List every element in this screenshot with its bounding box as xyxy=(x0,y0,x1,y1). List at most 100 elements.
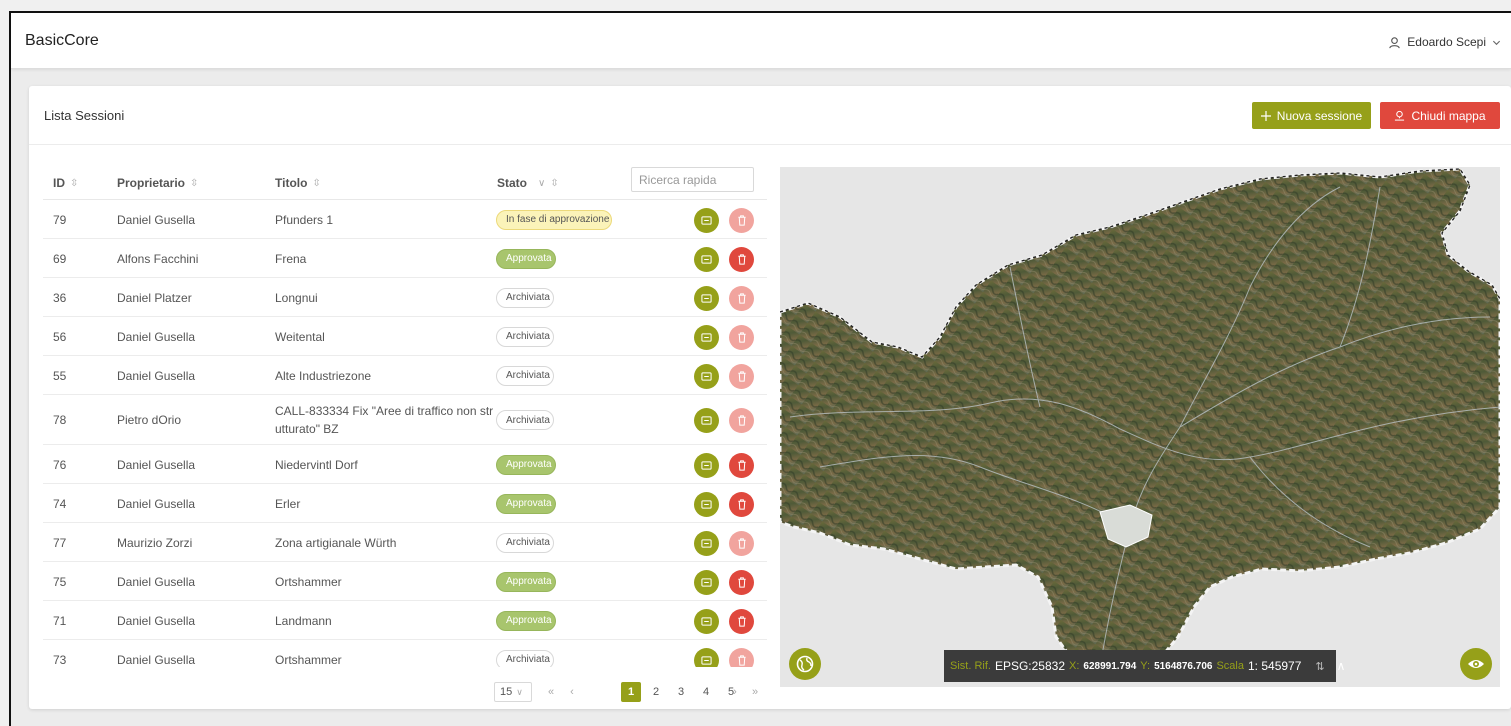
delete-session-button[interactable] xyxy=(729,608,754,634)
cell-id: 78 xyxy=(53,413,67,427)
first-page-button[interactable]: « xyxy=(541,682,561,702)
page-button[interactable]: 3 xyxy=(671,682,691,702)
cell-id: 73 xyxy=(53,652,67,667)
cell-title: Niedervintl Dorf xyxy=(275,457,358,472)
cell-id: 79 xyxy=(53,212,67,227)
table-row[interactable]: 56 Daniel Gusella Weitental Archiviata xyxy=(43,317,767,356)
column-header-id[interactable]: ID ⇳ xyxy=(53,176,78,190)
column-header-title[interactable]: Titolo ⇳ xyxy=(275,176,321,190)
close-map-button[interactable]: Chiudi mappa xyxy=(1380,102,1500,129)
edit-icon xyxy=(701,215,712,225)
trash-icon xyxy=(737,459,746,471)
table-row[interactable]: 73 Daniel Gusella Ortshammer Archiviata xyxy=(43,640,767,667)
column-label: Proprietario xyxy=(117,176,186,190)
edit-session-button[interactable] xyxy=(694,363,719,389)
new-session-button[interactable]: Nuova sessione xyxy=(1252,102,1371,129)
prev-page-button[interactable]: ‹ xyxy=(562,682,582,702)
edit-icon xyxy=(701,371,712,381)
status-badge: Approvata xyxy=(496,571,556,592)
edit-session-button[interactable] xyxy=(694,207,719,233)
table-row[interactable]: 74 Daniel Gusella Erler Approvata xyxy=(43,484,767,523)
table-row[interactable]: 71 Daniel Gusella Landmann Approvata xyxy=(43,601,767,640)
column-header-state[interactable]: Stato ∨ ⇳ xyxy=(497,176,559,190)
delete-session-button[interactable] xyxy=(729,491,754,517)
table-row[interactable]: 55 Daniel Gusella Alte Industriezone Archiv… xyxy=(43,356,767,395)
edit-session-button[interactable] xyxy=(694,647,719,667)
delete-session-button[interactable] xyxy=(729,324,754,350)
edit-session-button[interactable] xyxy=(694,530,719,556)
column-label: Titolo xyxy=(275,176,308,190)
cell-owner: Pietro dOrio xyxy=(117,413,182,427)
cell-id: 77 xyxy=(53,535,67,550)
edit-icon xyxy=(701,254,712,264)
delete-session-button[interactable] xyxy=(729,246,754,272)
cell-title: Ortshammer xyxy=(275,574,342,589)
edit-icon xyxy=(701,332,712,342)
cell-id: 69 xyxy=(53,251,67,266)
edit-session-button[interactable] xyxy=(694,608,719,634)
filter-chevron-icon[interactable]: ∨ xyxy=(538,178,545,189)
sort-icon: ⇳ xyxy=(190,177,199,189)
table-row[interactable]: 76 Daniel Gusella Niedervintl Dorf Approvat… xyxy=(43,445,767,484)
status-badge: Archiviata xyxy=(496,326,554,347)
new-session-label: Nuova sessione xyxy=(1276,108,1363,123)
status-badge: In fase di approvazione xyxy=(496,209,612,230)
panel-header: Lista Sessioni Nuova sessione Chiudi map… xyxy=(29,86,1511,145)
delete-session-button[interactable] xyxy=(729,285,754,311)
trash-icon xyxy=(737,537,746,549)
cell-title: Longnui xyxy=(275,290,318,305)
x-label: X: xyxy=(1069,660,1080,672)
cell-owner: Maurizio Zorzi xyxy=(117,535,193,550)
edit-session-button[interactable] xyxy=(694,408,719,433)
user-menu[interactable]: Edoardo Scepi xyxy=(1388,35,1501,49)
status-badge: Archiviata xyxy=(496,410,554,430)
table-row[interactable]: 79 Daniel Gusella Pfunders 1 In fase di app… xyxy=(43,200,767,239)
edit-session-button[interactable] xyxy=(694,285,719,311)
page-button[interactable]: 2 xyxy=(646,682,666,702)
edit-session-button[interactable] xyxy=(694,452,719,478)
table-row[interactable]: 69 Alfons Facchini Frena Approvata xyxy=(43,239,767,278)
delete-session-button[interactable] xyxy=(729,530,754,556)
edit-session-button[interactable] xyxy=(694,569,719,595)
status-badge: Archiviata xyxy=(496,532,554,553)
cell-id: 76 xyxy=(53,457,67,472)
table-row[interactable]: 77 Maurizio Zorzi Zona artigianale Würth Ar… xyxy=(43,523,767,562)
cell-id: 36 xyxy=(53,290,67,305)
column-header-owner[interactable]: Proprietario ⇳ xyxy=(117,176,198,190)
map-view[interactable]: Sist. Rif. EPSG:25832 X: 628991.794 Y: 5… xyxy=(780,167,1500,687)
sort-icon: ⇳ xyxy=(70,177,79,189)
page-size-select[interactable]: 15 ∨ xyxy=(494,682,532,702)
delete-session-button[interactable] xyxy=(729,408,754,433)
user-name: Edoardo Scepi xyxy=(1407,35,1486,49)
last-page-button[interactable]: » xyxy=(745,682,765,702)
globe-button[interactable] xyxy=(789,648,821,680)
cell-title: Frena xyxy=(275,251,307,266)
chevron-up-icon[interactable]: ∧ xyxy=(1337,659,1346,673)
edit-session-button[interactable] xyxy=(694,324,719,350)
scale-label: Scala xyxy=(1216,660,1244,672)
edit-session-button[interactable] xyxy=(694,491,719,517)
column-label: Stato xyxy=(497,176,527,190)
page-button[interactable]: 1 xyxy=(621,682,641,702)
page-button[interactable]: 4 xyxy=(696,682,716,702)
table-row[interactable]: 75 Daniel Gusella Ortshammer Approvata xyxy=(43,562,767,601)
table-row[interactable]: 36 Daniel Platzer Longnui Archiviata xyxy=(43,278,767,317)
delete-session-button[interactable] xyxy=(729,647,754,667)
cell-owner: Daniel Gusella xyxy=(117,574,196,589)
visibility-button[interactable] xyxy=(1460,648,1492,680)
trash-icon xyxy=(737,292,746,304)
table-header: ID ⇳ Proprietario ⇳ Titolo ⇳ Stato ∨ ⇳ xyxy=(43,164,767,200)
edit-session-button[interactable] xyxy=(694,246,719,272)
delete-session-button[interactable] xyxy=(729,569,754,595)
crs-value: EPSG:25832 xyxy=(994,659,1066,673)
delete-session-button[interactable] xyxy=(729,207,754,233)
delete-session-button[interactable] xyxy=(729,363,754,389)
edit-icon xyxy=(701,616,712,626)
next-page-button[interactable]: › xyxy=(725,682,745,702)
trash-icon xyxy=(737,331,746,343)
quick-search-input[interactable] xyxy=(631,167,754,192)
table-row[interactable]: 78 Pietro dOrio CALL-833334 Fix "Aree di t… xyxy=(43,395,767,445)
delete-session-button[interactable] xyxy=(729,452,754,478)
cell-owner: Daniel Gusella xyxy=(117,613,196,628)
scale-stepper-icon[interactable]: ⇅ xyxy=(1315,660,1324,673)
